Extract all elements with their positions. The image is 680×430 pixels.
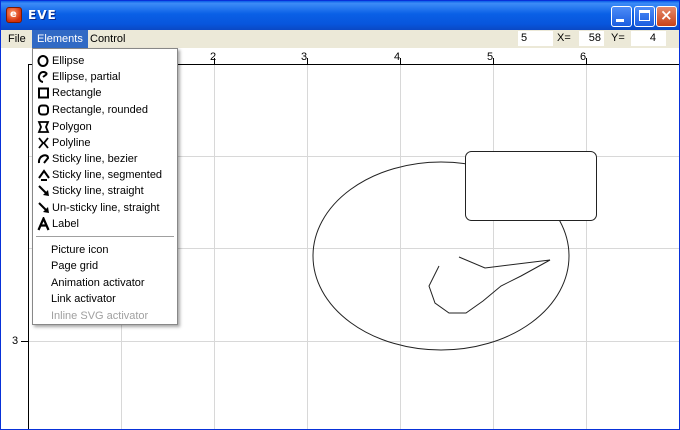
ruler-top-tick-6: 6: [580, 51, 587, 63]
menu-item-animation-activator[interactable]: Animation activator: [33, 275, 177, 291]
menu-bar: File Elements Control 5 X= 58 Y= 4: [1, 30, 679, 48]
maximize-icon: [639, 10, 650, 21]
elements-menu-dropdown: Ellipse Ellipse, partial Rectangle Recta…: [32, 48, 178, 325]
minimize-icon: [616, 19, 624, 22]
maximize-button[interactable]: [634, 6, 655, 27]
x-coord-value: 58: [579, 31, 604, 46]
close-button[interactable]: ×: [656, 6, 677, 27]
segmented-line-icon: [38, 169, 50, 181]
menu-item-link-activator[interactable]: Link activator: [33, 291, 177, 307]
menu-item-label: Page grid: [51, 260, 99, 272]
close-icon: ×: [660, 6, 673, 24]
y-coord-label: Y=: [611, 32, 625, 44]
menu-item-polygon[interactable]: Polygon: [33, 119, 177, 135]
menu-item-label: Ellipse, partial: [52, 71, 121, 83]
drawn-polyline[interactable]: [428, 256, 551, 314]
minimize-button[interactable]: [611, 6, 632, 27]
menu-item-label: Polygon: [52, 121, 92, 133]
menu-item-sticky-line-bezier[interactable]: Sticky line, bezier: [33, 151, 177, 167]
menu-item-polyline[interactable]: Polyline: [33, 135, 177, 151]
menu-item-ellipse-partial[interactable]: Ellipse, partial: [33, 69, 177, 85]
menu-item-label: Picture icon: [51, 244, 109, 256]
menu-control[interactable]: Control: [85, 30, 130, 48]
ruler-top-tick-4: 4: [394, 51, 401, 63]
menu-separator: [36, 236, 174, 238]
y-coord-value: 4: [631, 31, 666, 46]
menu-item-inline-svg-activator: Inline SVG activator: [33, 308, 177, 324]
menu-item-label: Sticky line, bezier: [52, 153, 138, 165]
menu-item-rectangle[interactable]: Rectangle: [33, 85, 177, 101]
menu-item-page-grid[interactable]: Page grid: [33, 258, 177, 274]
menu-item-label: Animation activator: [51, 277, 145, 289]
window-title: EVE: [28, 8, 57, 22]
ruler-top-tick-5: 5: [487, 51, 494, 63]
menu-item-label: Polyline: [52, 137, 91, 149]
label-icon: [37, 217, 50, 231]
ruler-top-tick-3: 3: [301, 51, 308, 63]
menu-item-picture-icon[interactable]: Picture icon: [33, 242, 177, 258]
menu-item-label: Ellipse: [52, 55, 85, 67]
ruler-left: [21, 64, 29, 429]
menu-item-label: Rectangle, rounded: [52, 104, 149, 116]
menu-item-label: Sticky line, segmented: [52, 169, 163, 181]
menu-item-rectangle-rounded[interactable]: Rectangle, rounded: [33, 102, 177, 118]
menu-item-label: Sticky line, straight: [52, 185, 144, 197]
app-window: e EVE × File Elements Control 5 X= 58 Y=…: [0, 0, 680, 430]
menu-item-label: Un-sticky line, straight: [52, 202, 160, 214]
menu-item-label-tool[interactable]: Label: [33, 216, 177, 232]
x-coord-label: X=: [557, 32, 571, 44]
menu-item-label: Link activator: [51, 293, 116, 305]
drawn-rounded-rectangle[interactable]: [465, 151, 597, 221]
menu-item-ellipse[interactable]: Ellipse: [33, 53, 177, 69]
unsticky-line-icon: [38, 202, 49, 213]
rectangle-icon: [38, 87, 49, 99]
straight-line-icon: [38, 185, 49, 196]
menu-item-sticky-line-segmented[interactable]: Sticky line, segmented: [33, 167, 177, 183]
menu-elements[interactable]: Elements: [32, 30, 88, 48]
polyline-icon: [38, 137, 49, 149]
ruler-left-tick-3: 3: [12, 335, 19, 347]
ellipse-partial-icon: [37, 71, 48, 83]
menu-item-label: Label: [52, 218, 79, 230]
menu-item-unsticky-line-straight[interactable]: Un-sticky line, straight: [33, 200, 177, 216]
ellipse-icon: [37, 55, 49, 67]
menu-item-label: Inline SVG activator: [51, 310, 149, 322]
rounded-rectangle-icon: [38, 104, 49, 116]
bezier-line-icon: [37, 154, 50, 164]
menu-item-sticky-line-straight[interactable]: Sticky line, straight: [33, 183, 177, 199]
zoom-field[interactable]: 5: [518, 31, 553, 46]
app-icon[interactable]: e: [6, 7, 22, 23]
menu-file[interactable]: File: [3, 30, 31, 48]
ruler-top-tick-2: 2: [210, 51, 217, 63]
polygon-icon: [37, 121, 50, 133]
title-bar[interactable]: e EVE ×: [1, 1, 679, 30]
menu-item-label: Rectangle: [52, 87, 102, 99]
